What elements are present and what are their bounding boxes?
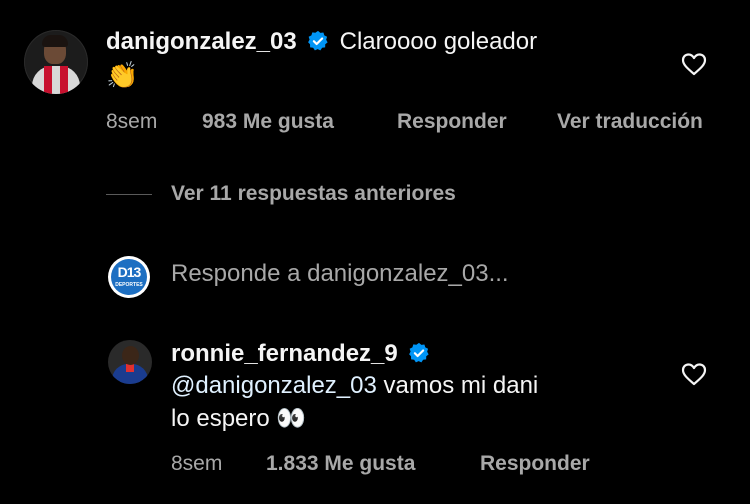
comment-time: 8sem <box>106 110 158 133</box>
comment-text: Claroooo goleador <box>339 28 538 55</box>
avatar-stripe <box>44 66 52 94</box>
translate-button[interactable]: Ver traducción <box>557 110 703 134</box>
likes-count[interactable]: 1.833 Me gusta <box>266 452 415 476</box>
comment-username[interactable]: ronnie_fernandez_9 <box>171 340 398 367</box>
comment-header: ronnie_fernandez_9 <box>171 340 430 369</box>
comment-time: 8sem <box>171 452 223 475</box>
verified-badge-icon <box>408 342 430 369</box>
avatar-d13[interactable]: D13 DEPORTES <box>108 256 150 298</box>
comment-header: danigonzalez_03 Claroooo goleador <box>106 28 537 57</box>
reply-prompt[interactable]: Responde a danigonzalez_03... <box>171 260 509 288</box>
clap-emoji: 👏 <box>106 60 139 90</box>
avatar-stripe <box>60 66 68 94</box>
avatar-head <box>122 346 139 365</box>
verified-badge-icon <box>307 30 329 57</box>
d13-logo-sub: DEPORTES <box>115 282 143 288</box>
mention-link[interactable]: @danigonzalez_03 <box>171 372 377 399</box>
comment-text-line2: lo espero 👀 <box>171 405 307 432</box>
heart-icon[interactable] <box>681 52 707 76</box>
avatar-ronnie[interactable] <box>108 340 152 384</box>
comment-username[interactable]: danigonzalez_03 <box>106 28 297 55</box>
d13-logo: D13 <box>117 264 142 280</box>
likes-count[interactable]: 983 Me gusta <box>202 110 334 134</box>
avatar-hair <box>42 35 68 47</box>
avatar-danigonzalez[interactable] <box>24 30 88 94</box>
avatar-shirt <box>32 66 80 94</box>
reply-button[interactable]: Responder <box>397 110 507 134</box>
thread-line <box>106 194 152 195</box>
avatar-trim <box>126 364 134 372</box>
comment-text-line: @danigonzalez_03 vamos mi dani <box>171 372 538 400</box>
heart-icon[interactable] <box>681 362 707 386</box>
comment-text: vamos mi dani <box>376 372 539 399</box>
view-previous-replies[interactable]: Ver 11 respuestas anteriores <box>171 182 456 206</box>
reply-button[interactable]: Responder <box>480 452 590 476</box>
